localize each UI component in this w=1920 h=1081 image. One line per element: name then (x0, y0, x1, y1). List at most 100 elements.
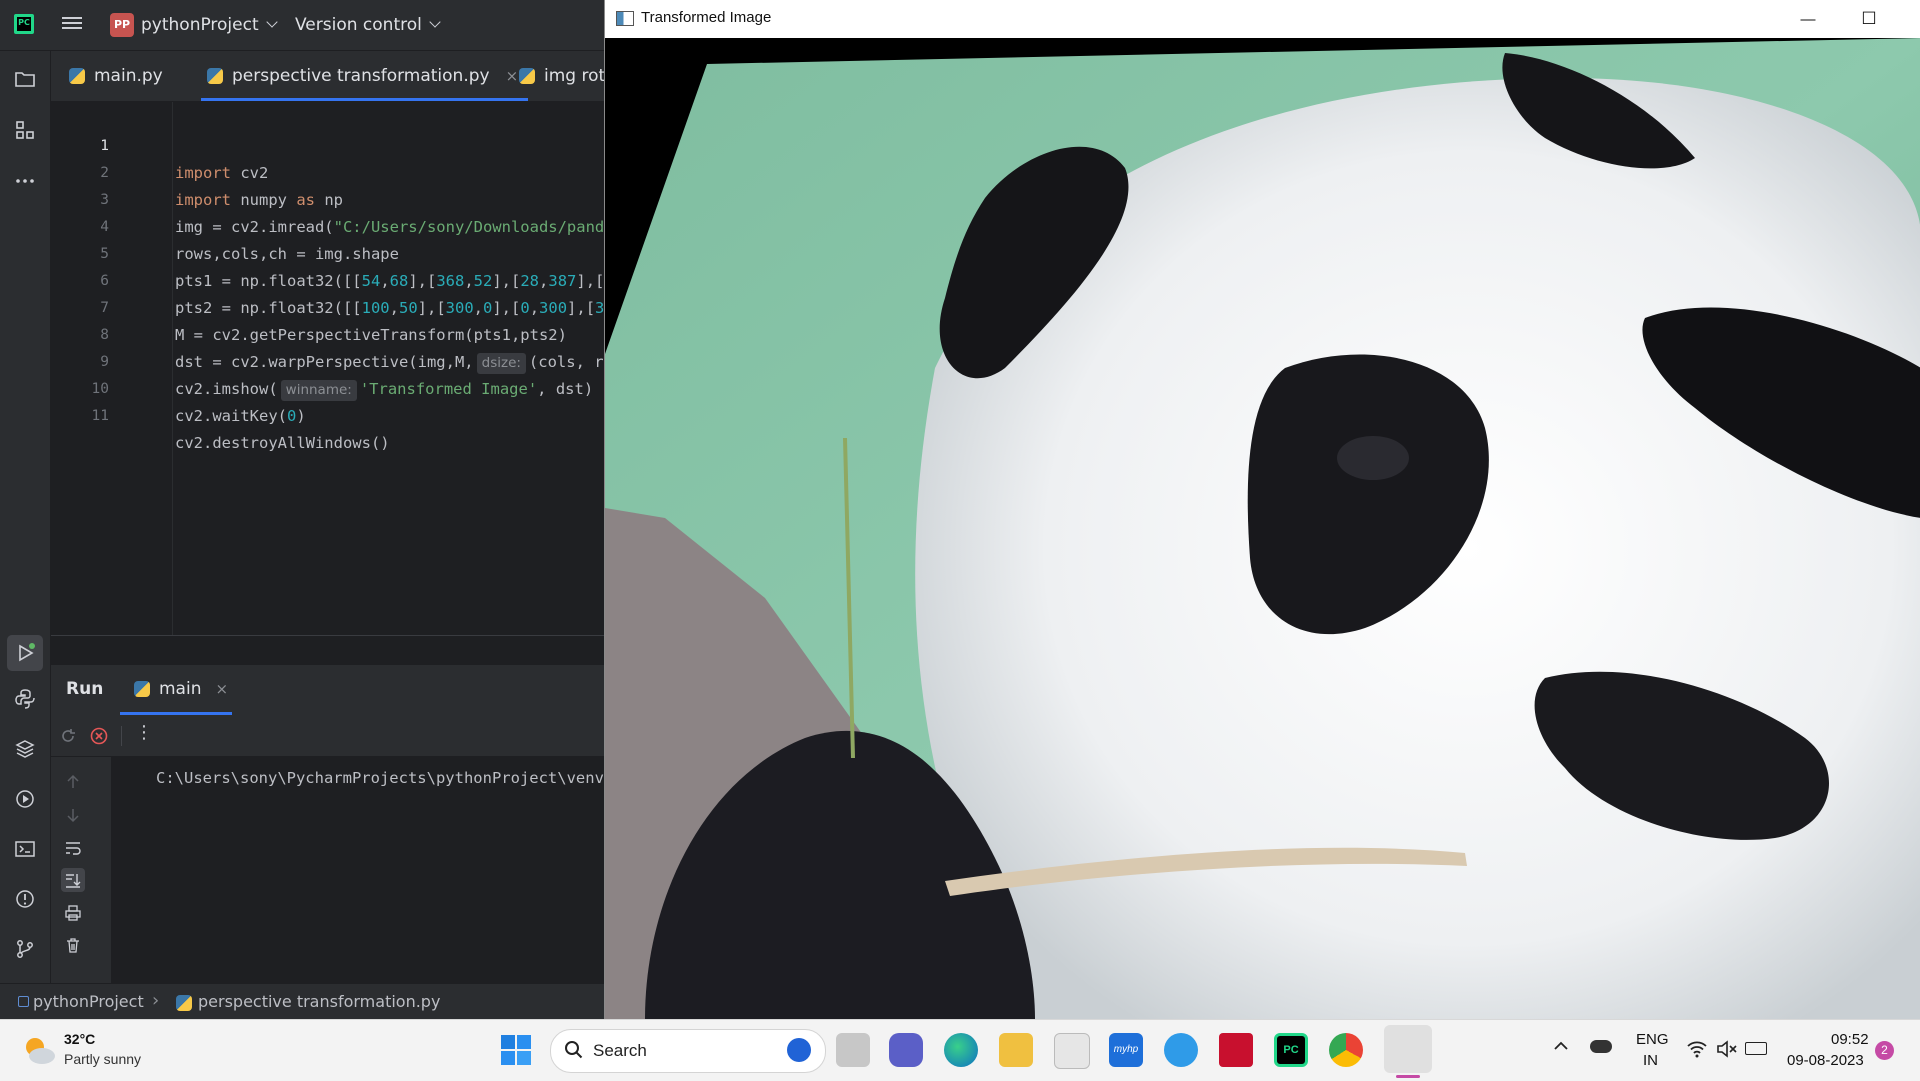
onedrive-icon[interactable] (1590, 1040, 1612, 1053)
scroll-down-icon[interactable] (61, 803, 85, 827)
scroll-to-end-icon[interactable] (61, 868, 85, 892)
task-view-icon[interactable] (836, 1033, 870, 1067)
close-icon[interactable]: × (506, 67, 519, 85)
run-tool-icon[interactable] (7, 635, 43, 671)
code-line: 4 rows,cols,ch = img.shape (51, 187, 604, 263)
version-control-menu[interactable]: Version control (295, 15, 441, 35)
code-line: 10 cv2.waitKey(0) (51, 349, 604, 425)
taskbar-search-box[interactable]: Search (550, 1029, 826, 1073)
mcafee-icon[interactable] (1219, 1033, 1253, 1067)
python-file-icon (176, 995, 192, 1011)
code-editor[interactable]: 1 import cv2 2 import numpy as np 3 img … (51, 102, 604, 635)
image-window-title-bar[interactable]: Transformed Image — ☐ (605, 0, 1920, 38)
project-selector[interactable]: pythonProject (141, 15, 278, 35)
minimize-button[interactable]: — (1785, 0, 1831, 38)
project-module-icon (18, 996, 29, 1007)
run-panel-title: Run (66, 679, 104, 699)
python-console-icon[interactable] (11, 685, 39, 713)
structure-icon[interactable] (11, 116, 39, 144)
volume-muted-icon[interactable] (1716, 1040, 1738, 1063)
panda-image (605, 38, 1920, 1019)
code-line: 6 pts2 = np.float32([[100,50],[300,0],[0… (51, 241, 604, 317)
python-packages-icon[interactable] (11, 735, 39, 763)
version-control-label: Version control (295, 15, 422, 35)
chrome-icon[interactable] (1329, 1033, 1363, 1067)
console-output[interactable]: C:\Users\sony\PycharmProjects\pythonProj… (111, 757, 604, 983)
bing-icon[interactable] (787, 1038, 811, 1062)
tab-perspective-transformation[interactable]: perspective transformation.py × (200, 51, 529, 101)
run-panel: Run main × ⋮ C:\Users\sony\PycharmProjec… (51, 665, 604, 983)
weather-description[interactable]: Partly sunny (64, 1051, 141, 1067)
python-file-icon (207, 68, 223, 84)
weather-icon[interactable] (20, 1032, 58, 1068)
close-icon[interactable]: × (215, 680, 228, 698)
hp-support-icon[interactable] (1164, 1033, 1198, 1067)
scroll-up-icon[interactable] (61, 770, 85, 794)
image-window-title: Transformed Image (641, 9, 772, 26)
soft-wrap-icon[interactable] (61, 836, 85, 860)
notification-badge[interactable]: 2 (1875, 1041, 1894, 1060)
file-explorer-icon[interactable] (999, 1033, 1033, 1067)
more-tools-icon[interactable] (11, 167, 39, 195)
image-canvas (605, 38, 1920, 1019)
run-panel-header: Run main × (51, 665, 604, 715)
run-toolbar: ⋮ (51, 716, 604, 757)
breadcrumb-separator: › (152, 990, 160, 1011)
python-file-icon (69, 68, 85, 84)
search-label: Search (593, 1041, 647, 1060)
python-file-icon (519, 68, 535, 84)
code-line: 1 import cv2 (51, 106, 604, 182)
terminal-icon[interactable] (11, 835, 39, 863)
breadcrumb-project[interactable]: pythonProject (33, 992, 144, 1011)
edge-browser-icon[interactable] (944, 1033, 978, 1067)
services-icon[interactable] (11, 785, 39, 813)
python-file-icon (134, 681, 150, 697)
rerun-icon[interactable] (58, 726, 78, 750)
pycharm-taskbar-icon[interactable]: PC (1274, 1033, 1308, 1067)
language-line-2[interactable]: IN (1643, 1052, 1658, 1069)
code-line: 9 cv2.imshow(winname: 'Transformed Image'… (51, 322, 604, 401)
line-number: 11 (91, 408, 109, 424)
active-app-indicator (1396, 1075, 1420, 1078)
windows-start-icon[interactable] (500, 1034, 532, 1066)
maximize-button[interactable]: ☐ (1846, 0, 1892, 38)
weather-temperature[interactable]: 32°C (64, 1031, 95, 1047)
stop-icon[interactable] (89, 726, 109, 750)
tab-run-main[interactable]: main × (134, 679, 228, 699)
tab-img-rot[interactable]: img rot (519, 51, 604, 101)
code-line: 8 dst = cv2.warpPerspective(img,M, dsize:… (51, 295, 604, 374)
trash-icon[interactable] (61, 933, 85, 957)
pycharm-logo-icon: PC (14, 14, 34, 34)
language-line-1[interactable]: ENG (1636, 1031, 1669, 1048)
print-icon[interactable] (61, 901, 85, 925)
show-hidden-icons-icon[interactable] (1553, 1038, 1569, 1059)
run-config-label: main (159, 679, 202, 699)
breadcrumb-file[interactable]: perspective transformation.py (198, 992, 440, 1011)
chevron-down-icon (429, 16, 441, 28)
clock-time[interactable]: 09:52 (1831, 1031, 1869, 1048)
tab-main-py[interactable]: main.py (69, 51, 163, 101)
console-line: C:\Users\sony\PycharmProjects\pythonProj… (156, 769, 604, 787)
window-app-icon (616, 11, 634, 26)
clock-date[interactable]: 09-08-2023 (1787, 1052, 1864, 1069)
microsoft-store-icon[interactable] (1054, 1033, 1090, 1069)
wifi-icon[interactable] (1686, 1040, 1708, 1063)
python-window-active-icon[interactable] (1384, 1025, 1432, 1073)
tab-label: perspective transformation.py (232, 66, 490, 86)
main-menu-icon[interactable] (62, 14, 82, 34)
myhp-icon[interactable]: myhp (1109, 1033, 1143, 1067)
project-folder-icon[interactable] (11, 65, 39, 93)
battery-icon[interactable] (1745, 1042, 1767, 1055)
code-line: 7 M = cv2.getPerspectiveTransform(pts1,p… (51, 268, 604, 344)
active-tab-indicator (120, 712, 232, 715)
problems-icon[interactable] (11, 885, 39, 913)
teams-chat-icon[interactable] (889, 1033, 923, 1067)
breadcrumb: pythonProject › perspective transformati… (0, 983, 604, 1020)
tab-label: main.py (94, 66, 163, 86)
windows-taskbar: 32°C Partly sunny Search myhp PC ENG IN … (0, 1019, 1920, 1081)
git-icon[interactable] (11, 935, 39, 963)
tab-label: img rot (544, 66, 604, 86)
project-badge[interactable]: PP (110, 13, 134, 37)
more-options-icon[interactable]: ⋮ (135, 722, 153, 743)
toolbar-divider (121, 726, 122, 746)
